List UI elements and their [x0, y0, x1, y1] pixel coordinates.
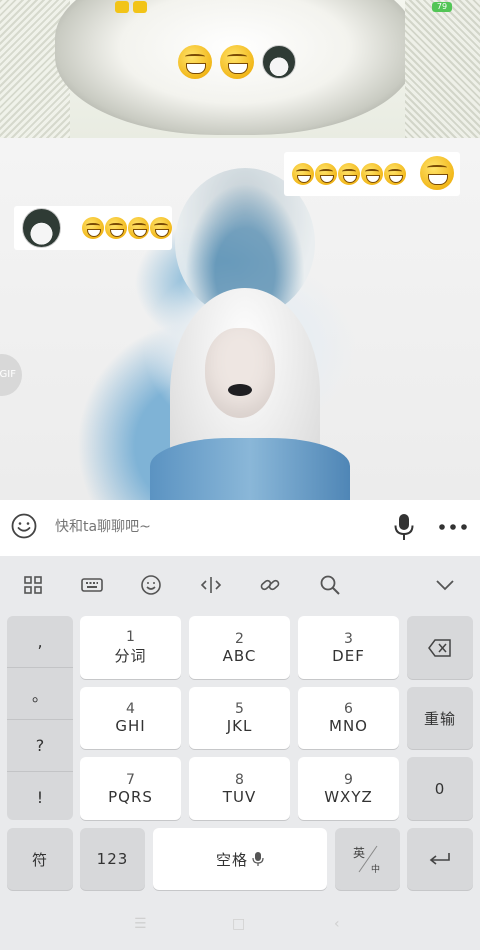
key-letters: PQRS: [108, 787, 153, 806]
space-key[interactable]: 空格: [153, 828, 327, 890]
message-bubble-incoming[interactable]: [14, 206, 173, 250]
punct-key[interactable]: ?: [7, 720, 73, 772]
cursor-move-icon[interactable]: [200, 574, 222, 596]
key-8[interactable]: 8 TUV: [189, 757, 290, 820]
key-letters: JKL: [226, 717, 253, 735]
grin-emoji-icon: [420, 156, 454, 190]
notification-icon: [115, 1, 129, 13]
avatar[interactable]: [262, 45, 296, 79]
message-input[interactable]: [55, 514, 385, 540]
key-4[interactable]: 4 GHI: [80, 687, 181, 749]
zero-label: 0: [434, 779, 446, 798]
symbol-label: 符: [31, 850, 48, 869]
avatar[interactable]: [22, 208, 62, 248]
system-nav-bar: ☰ □ ‹: [0, 900, 480, 950]
grin-emoji-icon: [292, 163, 314, 185]
grin-emoji-icon: [338, 163, 360, 185]
back-icon[interactable]: ‹: [334, 916, 340, 932]
language-switch-key[interactable]: 英 中: [335, 828, 400, 890]
key-5[interactable]: 5 JKL: [189, 687, 290, 749]
grin-emoji-icon: [178, 45, 212, 79]
key-letters: MNO: [329, 717, 368, 735]
grin-emoji-icon: [127, 217, 150, 239]
emoji-icon[interactable]: [140, 574, 162, 596]
enter-key[interactable]: [407, 828, 473, 890]
key-number: 4: [126, 701, 135, 717]
grin-emoji-icon: [315, 163, 337, 185]
top-emoji-row: [178, 45, 296, 79]
backspace-icon: [428, 638, 451, 657]
link-icon[interactable]: [259, 574, 281, 596]
key-number: 2: [235, 630, 244, 647]
reenter-label: 重输: [423, 709, 456, 728]
key-letters: GHI: [115, 717, 146, 735]
punct-key[interactable]: ,: [7, 616, 73, 668]
grin-emoji-icon: [220, 45, 254, 79]
sketch-right: [405, 0, 480, 138]
key-number: 3: [344, 630, 353, 647]
number-mode-key[interactable]: 123: [80, 828, 145, 890]
grin-emoji-icon: [384, 163, 406, 185]
key-number: 7: [126, 771, 135, 788]
keyboard-layout-icon[interactable]: [81, 574, 103, 596]
grid-menu-icon[interactable]: [22, 574, 44, 596]
message-bubble-outgoing[interactable]: [284, 152, 460, 196]
punct-key[interactable]: !: [7, 772, 73, 823]
key-letters: DEF: [332, 646, 365, 665]
key-letters: TUV: [222, 787, 257, 806]
key-7[interactable]: 7 PQRS: [80, 757, 181, 820]
background-coat: [150, 438, 350, 500]
battery-indicator: 79: [432, 2, 452, 12]
grin-emoji-icon: [82, 217, 105, 239]
grin-emoji-icon: [105, 217, 127, 239]
key-letters: 分词: [114, 647, 147, 665]
menu-icon[interactable]: ☰: [134, 916, 147, 932]
symbol-key[interactable]: 符: [7, 828, 73, 890]
language-bottom-label: 中: [371, 865, 381, 875]
key-letters: ABC: [222, 646, 257, 665]
smile-icon[interactable]: [11, 513, 37, 539]
key-1[interactable]: 1 分词: [80, 616, 181, 679]
background-lips: [228, 384, 252, 396]
gif-button[interactable]: GIF: [0, 354, 22, 396]
microphone-icon[interactable]: [392, 512, 416, 542]
collapse-keyboard-icon[interactable]: [434, 574, 456, 596]
key-2[interactable]: 2 ABC: [189, 616, 290, 679]
microphone-icon: [252, 852, 264, 866]
key-number: 6: [344, 701, 353, 717]
number-mode-label: 123: [96, 850, 129, 868]
grin-emoji-icon: [361, 163, 383, 185]
key-number: 8: [235, 771, 244, 788]
backspace-button[interactable]: [407, 616, 473, 679]
language-divider: [358, 845, 378, 873]
key-number: 9: [344, 771, 353, 788]
space-label: 空格: [215, 850, 248, 869]
input-bar: [0, 500, 480, 556]
notification-icon: [133, 1, 147, 13]
search-icon[interactable]: [319, 574, 341, 596]
status-notifications: [115, 1, 147, 13]
key-9[interactable]: 9 WXYZ: [298, 757, 399, 820]
key-number: 1: [126, 629, 135, 645]
language-top-label: 英: [353, 846, 366, 860]
zero-key[interactable]: 0: [407, 757, 473, 820]
reenter-button[interactable]: 重输: [407, 687, 473, 749]
key-6[interactable]: 6 MNO: [298, 687, 399, 749]
key-letters: WXYZ: [324, 787, 373, 806]
punct-key[interactable]: 。: [7, 668, 73, 720]
grin-emoji-icon: [150, 217, 173, 239]
background-face: [205, 328, 275, 418]
punctuation-list[interactable]: , 。 ? !: [7, 616, 73, 820]
key-number: 5: [235, 701, 244, 717]
more-icon[interactable]: [439, 524, 467, 530]
key-3[interactable]: 3 DEF: [298, 616, 399, 679]
home-icon[interactable]: □: [232, 916, 245, 932]
keyboard-toolbar: [0, 556, 480, 614]
chat-area: GIF: [0, 138, 480, 500]
enter-icon: [429, 853, 450, 865]
